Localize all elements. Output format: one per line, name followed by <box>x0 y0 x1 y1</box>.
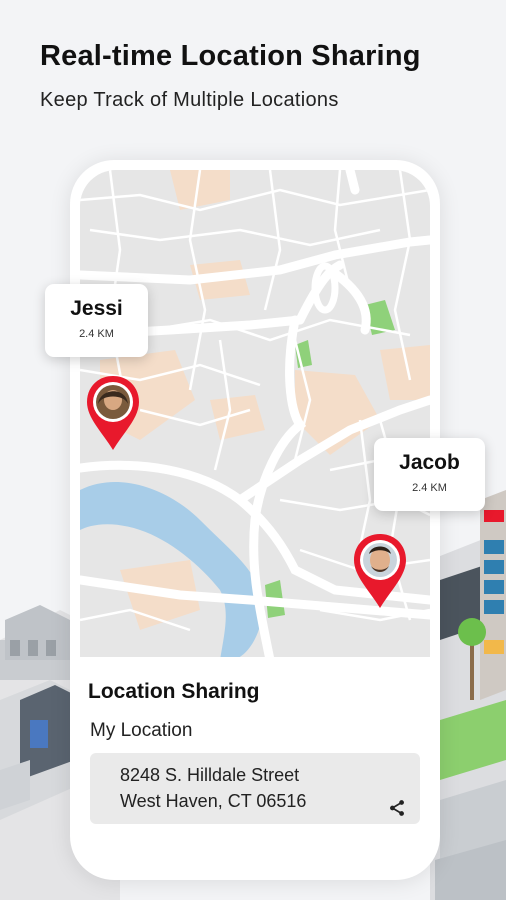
marker-name: Jessi <box>70 297 123 320</box>
location-sharing-card: Location Sharing My Location 8248 S. Hil… <box>80 657 430 870</box>
map-pin-jessi[interactable] <box>84 374 142 452</box>
card-subtitle: My Location <box>90 720 193 741</box>
marker-name: Jacob <box>399 451 460 474</box>
marker-distance: 2.4 KM <box>412 482 447 494</box>
card-title: Location Sharing <box>88 680 260 703</box>
phone-screen: Location Sharing My Location 8248 S. Hil… <box>80 170 430 870</box>
marker-label-jacob[interactable]: Jacob 2.4 KM <box>374 438 485 511</box>
share-icon[interactable] <box>386 797 408 819</box>
map-pin-jacob[interactable] <box>351 532 409 610</box>
address-box[interactable]: 8248 S. Hilldale Street West Haven, CT 0… <box>90 753 420 824</box>
marker-distance: 2.4 KM <box>79 328 114 340</box>
address-line-1: 8248 S. Hilldale Street <box>120 765 300 785</box>
subline: Keep Track of Multiple Locations <box>40 89 339 111</box>
marker-label-jessi[interactable]: Jessi 2.4 KM <box>45 284 148 357</box>
headline: Real-time Location Sharing <box>40 40 421 72</box>
address-line-2: West Haven, CT 06516 <box>120 791 307 811</box>
